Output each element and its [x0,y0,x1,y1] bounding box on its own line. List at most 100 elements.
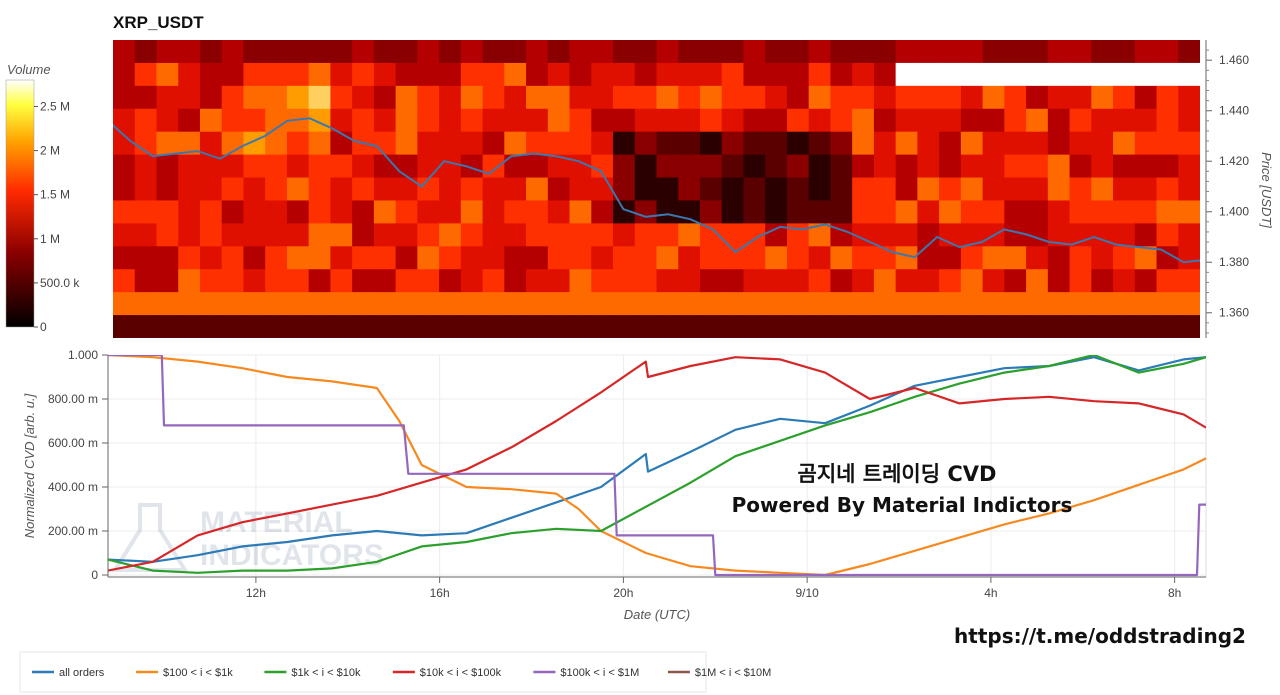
heatmap-cell [395,315,418,338]
price-axis-label: Price [USDT] [1259,152,1274,228]
heatmap-cell [417,269,440,293]
heatmap-cell [786,223,810,247]
heatmap-cell [308,292,331,316]
heatmap-cell [178,154,201,179]
heatmap-cell [178,200,201,224]
legend-item[interactable]: $100k < i < $1M [560,667,639,679]
heatmap-cell [373,292,397,316]
heatmap-cell [743,154,766,179]
cvd-x-tick-label: 9/10 [795,586,819,600]
heatmap-cell [591,269,614,293]
heatmap-cell [308,62,331,87]
heatmap-cell [1134,246,1158,270]
heatmap-cell [1091,62,1114,87]
heatmap-cell [243,85,266,110]
heatmap-cell [960,177,984,202]
heatmap-cell [221,177,245,202]
heatmap-cell [352,40,375,64]
legend-item[interactable]: $100 < i < $1k [163,667,233,679]
heatmap-cell [982,108,1005,133]
heatmap-cell [134,223,158,247]
watermark-line2: INDICATORS [200,539,384,572]
heatmap-cell [960,40,984,64]
heatmap-cell [286,292,310,316]
legend-item[interactable]: all orders [59,667,105,679]
heatmap-cell [439,154,462,179]
heatmap-cell [308,154,331,179]
cvd-chart: XRP_USDT Volume 2.5 M 2 M 1.5 M 1 M 500.0 k 0… [5,13,1274,693]
heatmap-cell [569,269,592,293]
heatmap-cell [439,40,462,64]
heatmap-cell [286,40,310,64]
heatmap-cell [526,315,549,338]
heatmap-cell [1047,62,1071,87]
heatmap-cell [852,154,875,179]
heatmap-cell [634,40,658,64]
heatmap-cell [439,177,462,202]
heatmap-cell [1156,108,1179,133]
heatmap-cell [526,223,549,247]
heatmap-cell [504,85,527,110]
heatmap-cell [156,223,179,247]
heatmap-cell [895,223,918,247]
heatmap-cell [852,62,875,87]
heatmap-cell [634,200,658,224]
watermark-line1: MATERIAL [200,506,353,539]
heatmap-cell [699,315,723,338]
heatmap-cell [699,292,723,316]
heatmap-cell [852,246,875,270]
heatmap-cell [634,131,658,156]
heatmap-cell [1004,62,1027,87]
heatmap-cell [221,315,245,338]
heatmap-cell [1091,177,1114,202]
heatmap-cell [1069,269,1092,293]
heatmap-cell [243,292,266,316]
heatmap-cell [786,62,810,87]
heatmap-cell [373,131,397,156]
telegram-link[interactable]: https://t.me/oddstrading2 [954,624,1246,648]
heatmap-cell [1178,85,1200,110]
heatmap-cell [960,292,984,316]
heatmap-cell [286,315,310,338]
heatmap-cell [1178,200,1200,224]
heatmap-cell [243,154,266,179]
heatmap-cell [569,131,592,156]
heatmap-cell [134,108,158,133]
heatmap-cell [591,200,614,224]
price-tick-label: 1.380 [1219,255,1249,269]
legend-item[interactable]: $10k < i < $100k [420,667,502,679]
heatmap-cell [134,269,158,293]
heatmap-cell [743,131,766,156]
heatmap-cell [656,315,679,338]
heatmap-cell [743,85,766,110]
colorbar-tick-label: 500.0 k [40,276,80,290]
heatmap-cell [939,62,962,87]
heatmap-cell [830,131,853,156]
heatmap-cell [699,269,723,293]
heatmap-cell [439,85,462,110]
heatmap-cell [808,154,832,179]
cvd-y-tick-label: 800.00 m [48,392,98,406]
legend-item[interactable]: $1k < i < $10k [291,667,361,679]
heatmap-cell [460,223,484,247]
heatmap-cell [591,177,614,202]
heatmap-cell [1091,85,1114,110]
heatmap-cell [199,292,223,316]
heatmap-cell [134,292,158,316]
heatmap-cell [178,223,201,247]
heatmap-cell [547,108,571,133]
heatmap-cell [808,131,832,156]
heatmap-cell [1178,131,1200,156]
heatmap-cell [482,246,505,270]
heatmap-cell [352,269,375,293]
heatmap-cell [873,223,897,247]
heatmap-cell [808,177,832,202]
heatmap-cell [569,200,592,224]
heatmap-cell [678,154,701,179]
heatmap-cell [178,246,201,270]
legend-item[interactable]: $1M < i < $10M [695,667,771,679]
heatmap-cell [243,62,266,87]
heatmap-cell [1156,223,1179,247]
heatmap-cell [308,131,331,156]
heatmap-cell [439,246,462,270]
